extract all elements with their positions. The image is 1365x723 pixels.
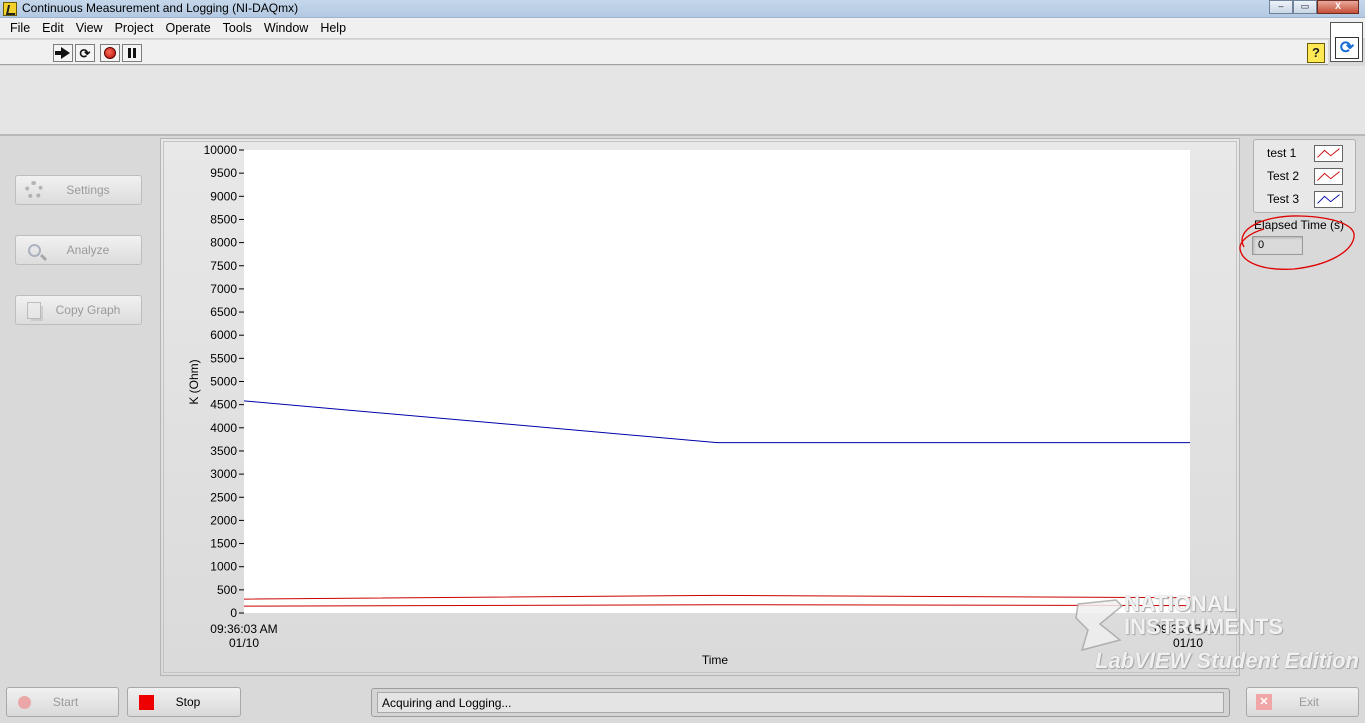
hand-drawn-circle-annotation: [1239, 215, 1355, 270]
legend-item-test-1[interactable]: test 1: [1254, 143, 1357, 163]
y-tick-label: 6000: [210, 328, 237, 342]
copy-graph-label: Copy Graph: [55, 303, 121, 317]
run-continuously-icon: ⟳: [79, 45, 91, 61]
menu-bar: File Edit View Project Operate Tools Win…: [0, 18, 1365, 39]
legend-line-test-3: [1317, 194, 1340, 204]
front-panel-header: [0, 66, 1365, 136]
title-bar: Continuous Measurement and Logging (NI-D…: [0, 0, 1365, 18]
pause-icon: [128, 48, 136, 58]
legend-item-test-2[interactable]: Test 2: [1254, 166, 1357, 186]
y-tick-label: 2000: [210, 513, 237, 527]
abort-icon: [104, 47, 116, 59]
x-tick-start-time: 09:36:03 AM: [210, 622, 277, 636]
exit-button[interactable]: ✕ Exit: [1246, 687, 1359, 717]
settings-button[interactable]: Settings: [15, 175, 142, 205]
watermark-ni: NATIONAL INSTRUMENTS: [1124, 592, 1283, 638]
settings-label: Settings: [66, 183, 110, 197]
gear-icon: [25, 181, 43, 199]
y-tick-label: 7500: [210, 259, 237, 273]
y-tick-label: 2500: [210, 490, 237, 504]
y-tick-label: 9500: [210, 166, 237, 180]
y-tick-label: 3500: [210, 444, 237, 458]
stop-label: Stop: [175, 695, 201, 709]
toolbar: ⟳: [0, 40, 1328, 65]
start-label: Start: [52, 695, 79, 709]
labview-app-icon: [3, 2, 17, 16]
watermark-labview: LabVIEW Student Edition: [1095, 648, 1359, 673]
start-button[interactable]: Start: [6, 687, 119, 717]
context-help-button[interactable]: ?: [1307, 43, 1325, 63]
status-indicator: Acquiring and Logging...: [371, 688, 1230, 717]
run-continuously-button[interactable]: ⟳: [75, 44, 95, 62]
close-button[interactable]: X: [1317, 0, 1359, 14]
start-icon: [18, 695, 31, 709]
plot-area[interactable]: [244, 150, 1190, 613]
legend-item-test-3[interactable]: Test 3: [1254, 189, 1357, 209]
minimize-button[interactable]: –: [1269, 0, 1293, 14]
pause-button[interactable]: [122, 44, 142, 62]
run-button[interactable]: [53, 44, 73, 62]
y-tick-label: 10000: [204, 143, 238, 157]
window-controls: – ▭ X: [1269, 0, 1359, 14]
y-tick-label: 7000: [210, 282, 237, 296]
analyze-label: Analyze: [66, 243, 110, 257]
copy-graph-button[interactable]: Copy Graph: [15, 295, 142, 325]
legend-swatch-test-3: [1314, 191, 1343, 208]
stop-icon: [139, 694, 154, 710]
y-axis: 0 500 1000 1500 2000 2500 3000 3500 4000 4500 5000…: [204, 143, 244, 620]
exit-icon: ✕: [1256, 694, 1272, 710]
watermark-line-2: INSTRUMENTS: [1124, 614, 1283, 639]
y-tick-label: 8000: [210, 236, 237, 250]
legend-label: Test 2: [1267, 169, 1300, 183]
menu-tools[interactable]: Tools: [217, 18, 258, 38]
menu-project[interactable]: Project: [109, 18, 160, 38]
menu-window[interactable]: Window: [258, 18, 314, 38]
stop-button[interactable]: Stop: [127, 687, 241, 717]
y-tick-label: 3000: [210, 467, 237, 481]
y-axis-label: K (Ohm): [187, 359, 201, 404]
analyze-button[interactable]: Analyze: [15, 235, 142, 265]
menu-file[interactable]: File: [4, 18, 36, 38]
watermark-line-1: NATIONAL: [1124, 591, 1237, 616]
x-axis-label: Time: [702, 653, 729, 667]
legend-label: test 1: [1267, 146, 1297, 160]
legend-line-test-2: [1317, 171, 1340, 181]
abort-button[interactable]: [100, 44, 120, 62]
y-tick-label: 5000: [210, 375, 237, 389]
run-arrow-icon: [54, 47, 70, 59]
menu-help[interactable]: Help: [314, 18, 352, 38]
legend-label: Test 3: [1267, 192, 1300, 206]
exit-label: Exit: [1298, 695, 1319, 709]
y-tick-label: 1500: [210, 537, 237, 551]
plot-legend[interactable]: test 1 Test 2 Test 3: [1253, 139, 1356, 213]
menu-edit[interactable]: Edit: [36, 18, 70, 38]
legend-swatch-test-1: [1314, 145, 1343, 162]
status-text: Acquiring and Logging...: [377, 692, 1224, 713]
legend-line-test-1: [1317, 148, 1340, 158]
menu-operate[interactable]: Operate: [159, 18, 216, 38]
vi-icon: ⟳: [1330, 22, 1363, 62]
y-tick-label: 1000: [210, 560, 237, 574]
copy-icon: [27, 301, 41, 319]
y-tick-label: 4000: [210, 421, 237, 435]
menu-view[interactable]: View: [70, 18, 109, 38]
y-tick-label: 4500: [210, 398, 237, 412]
refresh-icon: ⟳: [1335, 37, 1359, 59]
y-tick-label: 0: [230, 606, 237, 620]
y-tick-label: 9000: [210, 189, 237, 203]
x-tick-start-date: 01/10: [229, 636, 259, 650]
y-tick-label: 500: [217, 583, 237, 597]
national-instruments-logo-icon: [1075, 599, 1124, 652]
y-tick-label: 5500: [210, 351, 237, 365]
magnifier-icon: [27, 243, 41, 257]
legend-swatch-test-2: [1314, 168, 1343, 185]
restore-button[interactable]: ▭: [1293, 0, 1317, 14]
window-title: Continuous Measurement and Logging (NI-D…: [22, 1, 299, 15]
y-tick-label: 6500: [210, 305, 237, 319]
y-tick-label: 8500: [210, 212, 237, 226]
